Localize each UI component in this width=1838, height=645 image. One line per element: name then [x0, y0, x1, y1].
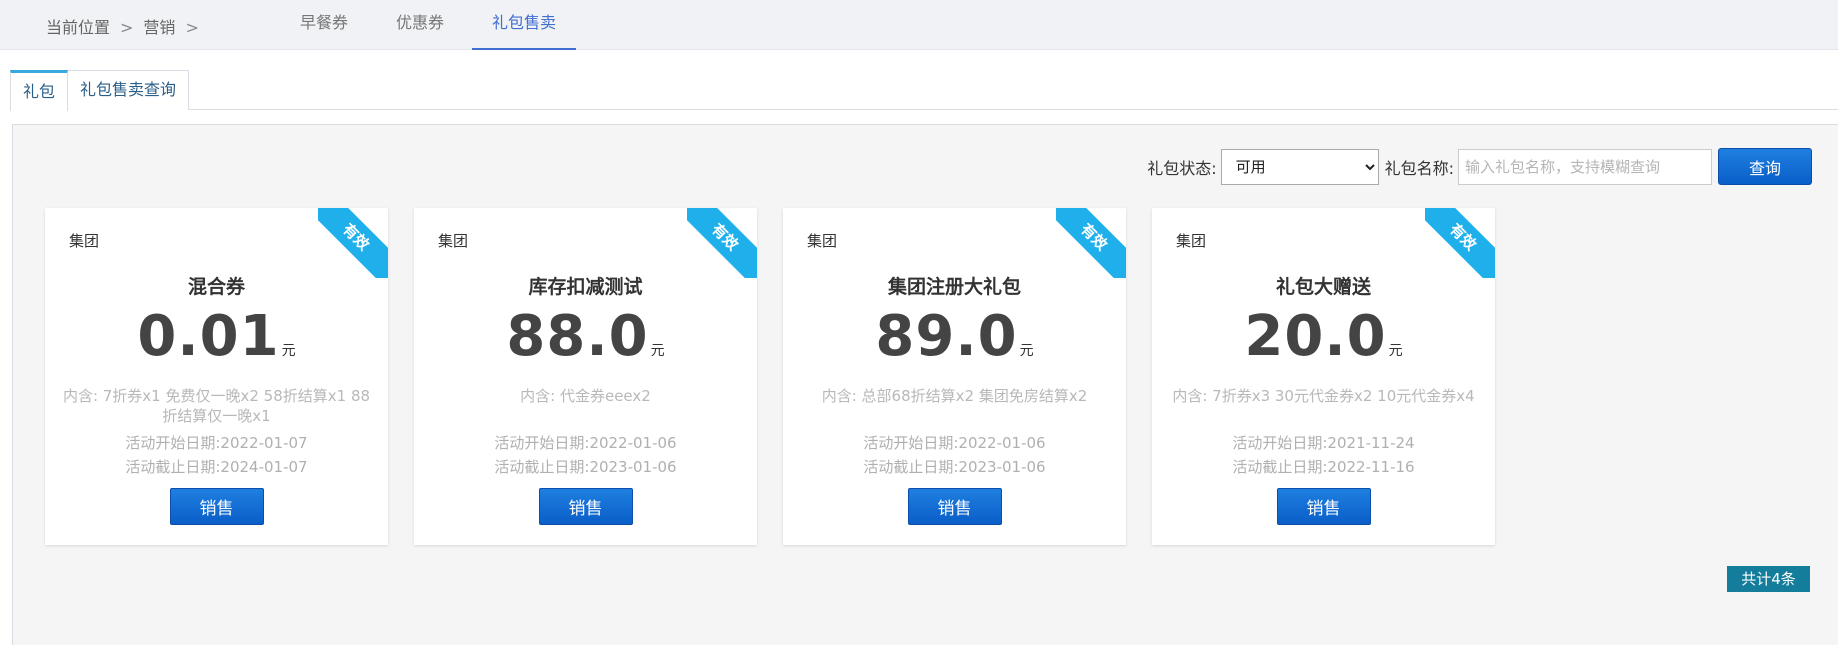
- subtab-package-sale-query[interactable]: 礼包售卖查询: [68, 70, 190, 110]
- valid-ribbon: 有效: [318, 208, 388, 278]
- package-card: 有效 集团 混合券 0.01 元 内含: 7折券x1 免费仅一晚x2 58折结算x…: [45, 208, 388, 545]
- breadcrumb-label: 当前位置: [46, 18, 111, 37]
- valid-ribbon: 有效: [1056, 208, 1126, 278]
- breadcrumb-item-marketing[interactable]: 营销: [143, 18, 175, 37]
- card-organization: 集团: [807, 232, 838, 250]
- package-card: 有效 集团 库存扣减测试 88.0 元 内含: 代金券eeex2 活动开始日期:2…: [414, 208, 757, 545]
- price-unit: 元: [281, 343, 296, 359]
- card-end-date: 活动截止日期:2023-01-06: [863, 458, 1046, 476]
- card-end-date: 活动截止日期:2024-01-07: [125, 458, 308, 476]
- tab-discount-coupon[interactable]: 优惠券: [376, 0, 464, 50]
- card-start-date: 活动开始日期:2021-11-24: [1232, 434, 1415, 452]
- subtab-package[interactable]: 礼包: [10, 70, 69, 111]
- sell-button[interactable]: 销售: [169, 488, 264, 525]
- sell-button[interactable]: 销售: [907, 488, 1002, 525]
- card-price: 20.0 元: [1152, 304, 1495, 369]
- package-name-input[interactable]: [1458, 148, 1712, 185]
- card-title: 集团注册大礼包: [887, 276, 1021, 298]
- card-title: 礼包大赠送: [1275, 276, 1371, 298]
- valid-badge: 有效: [318, 208, 388, 278]
- valid-ribbon: 有效: [1425, 208, 1495, 278]
- card-end-date: 活动截止日期:2023-01-06: [494, 458, 677, 476]
- card-contents: 内含: 7折券x3 30元代金券x2 10元代金券x4: [1172, 387, 1475, 405]
- card-start-date: 活动开始日期:2022-01-07: [125, 434, 308, 452]
- card-end-date: 活动截止日期:2022-11-16: [1232, 458, 1415, 476]
- valid-badge: 有效: [1056, 208, 1126, 278]
- status-select[interactable]: 可用: [1220, 148, 1379, 185]
- card-contents: 内含: 7折券x1 免费仅一晚x2 58折结算x1 88折结算仅一晚x1: [62, 387, 371, 425]
- valid-ribbon: 有效: [687, 208, 757, 278]
- package-card-list: 有效 集团 混合券 0.01 元 内含: 7折券x1 免费仅一晚x2 58折结算x…: [45, 208, 1521, 545]
- card-contents: 内含: 总部68折结算x2 集团免房结算x2: [821, 387, 1088, 405]
- sub-tabs: 礼包 礼包售卖查询: [10, 70, 190, 111]
- price-value: 20.0: [1244, 304, 1387, 369]
- breadcrumb-separator: >: [185, 18, 199, 37]
- status-label: 礼包状态:: [1147, 158, 1217, 178]
- card-contents: 内含: 代金券eeex2: [520, 387, 651, 405]
- filter-bar: 礼包状态: 可用 礼包名称: 查询: [1147, 148, 1812, 185]
- card-price: 88.0 元: [414, 304, 757, 369]
- top-tabs: 早餐券 优惠券 礼包售卖: [280, 0, 584, 50]
- package-card: 有效 集团 集团注册大礼包 89.0 元 内含: 总部68折结算x2 集团免房结算…: [783, 208, 1126, 545]
- query-button[interactable]: 查询: [1718, 148, 1812, 185]
- tab-breakfast-coupon[interactable]: 早餐券: [280, 0, 368, 50]
- valid-badge: 有效: [1425, 208, 1495, 278]
- tab-package-sale[interactable]: 礼包售卖: [472, 0, 577, 50]
- card-organization: 集团: [69, 232, 100, 250]
- price-value: 89.0: [875, 304, 1018, 369]
- sell-button[interactable]: 销售: [538, 488, 633, 525]
- card-title: 混合券: [187, 276, 245, 298]
- card-start-date: 活动开始日期:2022-01-06: [494, 434, 677, 452]
- card-organization: 集团: [1176, 232, 1207, 250]
- valid-badge: 有效: [687, 208, 757, 278]
- card-title: 库存扣减测试: [528, 276, 643, 298]
- price-unit: 元: [650, 343, 665, 359]
- card-start-date: 活动开始日期:2022-01-06: [863, 434, 1046, 452]
- price-unit: 元: [1388, 343, 1403, 359]
- card-price: 89.0 元: [783, 304, 1126, 369]
- sub-tab-divider: [10, 109, 1838, 110]
- breadcrumb: 当前位置 > 营销 >: [46, 14, 209, 38]
- name-label: 礼包名称:: [1384, 158, 1454, 178]
- price-value: 88.0: [506, 304, 649, 369]
- package-card: 有效 集团 礼包大赠送 20.0 元 内含: 7折券x3 30元代金券x2 10元…: [1152, 208, 1495, 545]
- breadcrumb-separator: >: [120, 18, 134, 37]
- top-bar: 当前位置 > 营销 > 早餐券 优惠券 礼包售卖: [0, 0, 1838, 50]
- card-organization: 集团: [438, 232, 469, 250]
- sell-button[interactable]: 销售: [1276, 488, 1371, 525]
- total-count-badge: 共计4条: [1727, 566, 1810, 592]
- price-unit: 元: [1019, 343, 1034, 359]
- price-value: 0.01: [137, 304, 280, 369]
- main-panel: 礼包状态: 可用 礼包名称: 查询 有效 集团 混合券 0.01元 内含: 7折…: [12, 124, 1838, 645]
- card-price: 0.01 元: [45, 304, 388, 369]
